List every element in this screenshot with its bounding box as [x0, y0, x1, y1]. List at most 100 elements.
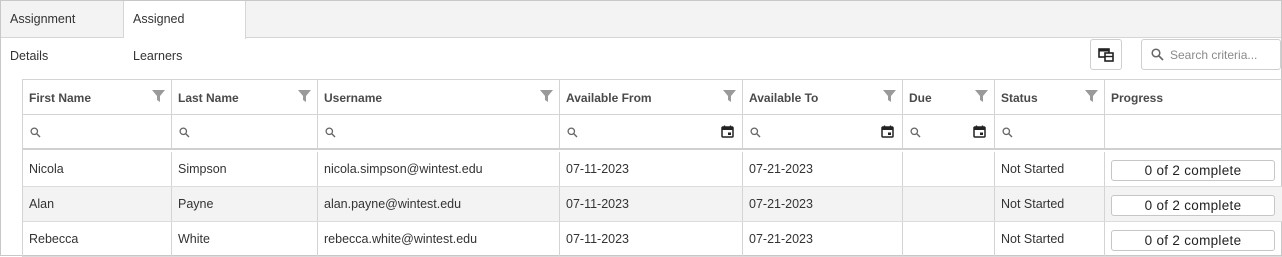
first-name: Rebecca: [29, 232, 79, 246]
search-icon: [567, 127, 578, 138]
search-icon: [1002, 127, 1013, 138]
cell-username: nicola.simpson@wintest.edu: [318, 152, 560, 186]
column-chooser-icon: [1098, 47, 1114, 62]
search-icon: [1151, 48, 1164, 61]
filter-cell-progress: [1105, 115, 1282, 148]
column-header-available-to[interactable]: Available To: [743, 80, 903, 114]
table-row[interactable]: Alan Payne alan.payne@wintest.edu 07-11-…: [23, 187, 1282, 222]
column-label: Last Name: [178, 91, 239, 105]
cell-last-name: White: [172, 222, 318, 256]
filter-cell-available-from[interactable]: [560, 115, 743, 148]
filter-icon[interactable]: [883, 90, 896, 102]
cell-status: Not Started: [995, 222, 1105, 256]
available-to: 07-21-2023: [749, 197, 813, 211]
cell-due: [903, 187, 995, 221]
search-icon: [325, 127, 336, 138]
first-name: Alan: [29, 197, 55, 211]
search-icon: [750, 127, 761, 138]
filter-icon[interactable]: [1085, 90, 1098, 102]
last-name: Simpson: [178, 162, 227, 176]
cell-due: [903, 152, 995, 186]
available-to: 07-21-2023: [749, 232, 813, 246]
cell-last-name: Payne: [172, 187, 318, 221]
search-input[interactable]: [1170, 46, 1278, 64]
cell-available-from: 07-11-2023: [560, 152, 743, 186]
search-icon: [30, 127, 41, 138]
column-label: Available To: [749, 91, 819, 105]
filter-cell-status[interactable]: [995, 115, 1105, 148]
cell-status: Not Started: [995, 152, 1105, 186]
username: rebecca.white@wintest.edu: [324, 232, 478, 246]
column-header-username[interactable]: Username: [318, 80, 560, 114]
column-label: Progress: [1111, 91, 1164, 105]
username: nicola.simpson@wintest.edu: [324, 162, 483, 176]
calendar-icon[interactable]: [881, 125, 894, 138]
column-header-first-name[interactable]: First Name: [23, 80, 172, 114]
assignment-panel: Assignment Details Assigned Learners Fir…: [0, 0, 1282, 257]
table-row[interactable]: Rebecca White rebecca.white@wintest.edu …: [23, 222, 1282, 257]
tab-assigned-learners[interactable]: Assigned Learners: [124, 1, 246, 63]
column-label: First Name: [29, 91, 92, 105]
column-header-available-from[interactable]: Available From: [560, 80, 743, 114]
table-row[interactable]: Nicola Simpson nicola.simpson@wintest.ed…: [23, 152, 1282, 187]
filter-icon[interactable]: [975, 90, 988, 102]
tab-assignment-details[interactable]: Assignment Details: [1, 1, 124, 63]
grid-header-row: First Name Last Name Username Available …: [23, 80, 1282, 115]
filter-icon[interactable]: [298, 90, 311, 102]
cell-available-to: 07-21-2023: [743, 222, 903, 256]
cell-first-name: Alan: [23, 187, 172, 221]
cell-available-to: 07-21-2023: [743, 152, 903, 186]
progress-button[interactable]: 0 of 2 complete: [1111, 195, 1275, 216]
search-box: [1141, 39, 1281, 70]
column-header-status[interactable]: Status: [995, 80, 1105, 114]
tab-bar: Assignment Details Assigned Learners: [1, 1, 1281, 63]
first-name: Nicola: [29, 162, 64, 176]
filter-icon[interactable]: [723, 90, 736, 102]
filter-cell-username[interactable]: [318, 115, 560, 148]
username: alan.payne@wintest.edu: [324, 197, 462, 211]
cell-available-from: 07-11-2023: [560, 222, 743, 256]
filter-cell-available-to[interactable]: [743, 115, 903, 148]
grid-filter-row: [23, 115, 1282, 150]
learners-grid: First Name Last Name Username Available …: [22, 79, 1282, 257]
column-header-due[interactable]: Due: [903, 80, 995, 114]
available-from: 07-11-2023: [566, 232, 630, 246]
cell-username: alan.payne@wintest.edu: [318, 187, 560, 221]
cell-progress: 0 of 2 complete: [1105, 187, 1282, 221]
search-icon: [910, 127, 921, 138]
cell-username: rebecca.white@wintest.edu: [318, 222, 560, 256]
filter-cell-last-name[interactable]: [172, 115, 318, 148]
last-name: Payne: [178, 197, 214, 211]
available-from: 07-11-2023: [566, 162, 630, 176]
column-label: Due: [909, 91, 932, 105]
filter-cell-first-name[interactable]: [23, 115, 172, 148]
cell-progress: 0 of 2 complete: [1105, 222, 1282, 256]
status: Not Started: [1001, 197, 1065, 211]
column-label: Status: [1001, 91, 1038, 105]
column-label: Available From: [566, 91, 652, 105]
available-from: 07-11-2023: [566, 197, 630, 211]
calendar-icon[interactable]: [973, 125, 986, 138]
filter-icon[interactable]: [540, 90, 553, 102]
last-name: White: [178, 232, 210, 246]
cell-available-to: 07-21-2023: [743, 187, 903, 221]
cell-last-name: Simpson: [172, 152, 318, 186]
search-icon: [179, 127, 190, 138]
status: Not Started: [1001, 232, 1065, 246]
filter-cell-due[interactable]: [903, 115, 995, 148]
status: Not Started: [1001, 162, 1065, 176]
calendar-icon[interactable]: [721, 125, 734, 138]
cell-first-name: Nicola: [23, 152, 172, 186]
cell-due: [903, 222, 995, 256]
available-to: 07-21-2023: [749, 162, 813, 176]
progress-button[interactable]: 0 of 2 complete: [1111, 230, 1275, 251]
column-chooser-button[interactable]: [1090, 39, 1122, 70]
cell-status: Not Started: [995, 187, 1105, 221]
column-header-progress[interactable]: Progress: [1105, 80, 1282, 114]
cell-available-from: 07-11-2023: [560, 187, 743, 221]
progress-button[interactable]: 0 of 2 complete: [1111, 160, 1275, 181]
filter-icon[interactable]: [152, 90, 165, 102]
column-header-last-name[interactable]: Last Name: [172, 80, 318, 114]
cell-first-name: Rebecca: [23, 222, 172, 256]
column-label: Username: [324, 91, 383, 105]
